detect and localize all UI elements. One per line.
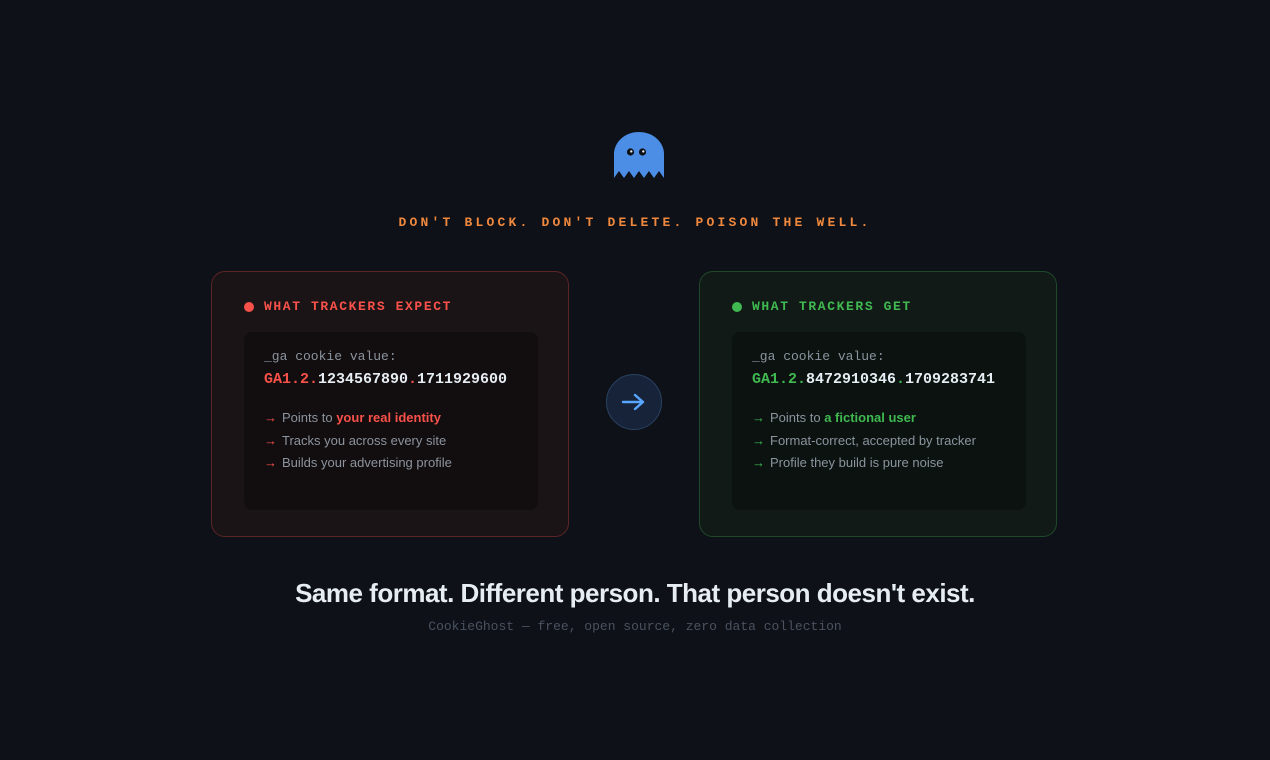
ghost-icon <box>614 132 664 178</box>
arrow-right-icon: → <box>264 410 277 425</box>
list-item: → Builds your advertising profile <box>264 452 518 475</box>
red-dot-icon <box>244 301 254 312</box>
trackers-get-card: WHAT TRACKERS GET _ga cookie value: GA1.… <box>699 271 1057 537</box>
footnote: CookieGhost — free, open source, zero da… <box>428 619 842 634</box>
arrow-right-icon: → <box>264 432 277 448</box>
arrow-right-icon: → <box>752 432 765 448</box>
cookie-panel: _ga cookie value: GA1.2.8472910346.17092… <box>732 332 1026 510</box>
cookie-timestamp: 1711929600 <box>417 371 508 388</box>
cookie-value: GA1.2.8472910346.1709283741 <box>752 371 1010 389</box>
list-item: → Points to your real identity <box>264 407 518 430</box>
card-header: WHAT TRACKERS GET <box>732 299 912 314</box>
point-text: Points to <box>770 410 825 425</box>
cookie-value: GA1.2.1234567890.1711929600 <box>264 371 522 389</box>
cookie-timestamp: 1709283741 <box>905 371 996 388</box>
list-item: → Points to a fictional user <box>752 407 1006 430</box>
cookie-prefix: GA1.2. <box>752 371 807 388</box>
point-list: → Points to a fictional user → Format-corr… <box>752 407 1006 475</box>
transition-arrow <box>606 374 662 430</box>
card-header: WHAT TRACKERS EXPECT <box>244 299 452 314</box>
arrow-right-icon: → <box>752 455 765 470</box>
green-dot-icon <box>732 301 742 312</box>
cookie-id: 1234567890 <box>318 371 409 388</box>
list-item: → Profile they build is pure noise <box>752 452 1006 475</box>
point-text: Points to <box>282 410 337 425</box>
card-title: WHAT TRACKERS EXPECT <box>264 299 453 314</box>
cookie-separator: . <box>408 371 418 388</box>
point-text: Tracks you across every site <box>282 432 447 448</box>
point-text: Profile they build is pure noise <box>770 455 944 470</box>
trackers-expect-card: WHAT TRACKERS EXPECT _ga cookie value: G… <box>211 271 569 537</box>
point-emphasis: your real identity <box>336 410 441 425</box>
arrow-right-icon <box>621 393 645 411</box>
cookie-prefix: GA1.2. <box>264 371 319 388</box>
point-emphasis: a fictional user <box>824 410 916 425</box>
headline: Same format. Different person. That pers… <box>295 578 975 608</box>
cookie-label: _ga cookie value: <box>752 349 885 364</box>
card-title: WHAT TRACKERS GET <box>752 299 912 314</box>
list-item: → Format-correct, accepted by tracker <box>752 430 1006 453</box>
cookie-id: 8472910346 <box>806 371 897 388</box>
cookie-label: _ga cookie value: <box>264 349 397 364</box>
point-text: Format-correct, accepted by tracker <box>770 432 976 448</box>
point-text: Builds your advertising profile <box>282 455 452 470</box>
arrow-right-icon: → <box>752 410 765 425</box>
cookie-separator: . <box>896 371 906 388</box>
arrow-right-icon: → <box>264 455 277 470</box>
tagline: DON'T BLOCK. DON'T DELETE. POISON THE WE… <box>398 215 872 230</box>
list-item: → Tracks you across every site <box>264 430 518 453</box>
cookie-panel: _ga cookie value: GA1.2.1234567890.17119… <box>244 332 538 510</box>
point-list: → Points to your real identity → Tracks yo… <box>264 407 518 475</box>
